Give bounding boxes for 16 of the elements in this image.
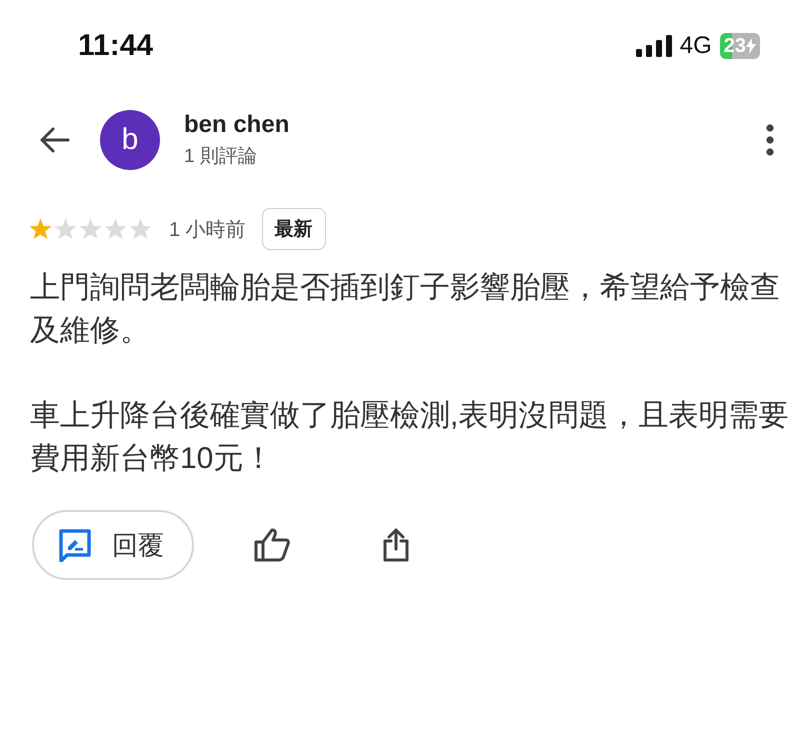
reply-icon bbox=[58, 528, 92, 562]
review-text: 上門詢問老闆輪胎是否插到釘子影響胎壓，希望給予檢查及維修。 bbox=[30, 270, 781, 349]
network-label: 4G bbox=[680, 32, 712, 60]
signal-icon bbox=[636, 35, 672, 57]
share-icon[interactable] bbox=[382, 527, 410, 563]
avatar[interactable]: b bbox=[100, 110, 160, 170]
more-options-icon[interactable] bbox=[766, 124, 774, 156]
review-time: 1 小時前 bbox=[169, 218, 246, 242]
reviewer-name[interactable]: ben chen bbox=[184, 111, 766, 139]
reply-button[interactable]: 回覆 bbox=[32, 510, 194, 580]
newest-badge: 最新 bbox=[262, 208, 326, 250]
review-text: 車上升降台後確實做了胎壓檢測,表明沒問題，且表明需要費用新台幣10元！ bbox=[30, 398, 790, 477]
review-count: 1 則評論 bbox=[184, 145, 258, 169]
thumbs-up-icon[interactable] bbox=[254, 528, 290, 562]
status-time: 11:44 bbox=[78, 29, 154, 63]
back-icon[interactable] bbox=[38, 126, 70, 154]
